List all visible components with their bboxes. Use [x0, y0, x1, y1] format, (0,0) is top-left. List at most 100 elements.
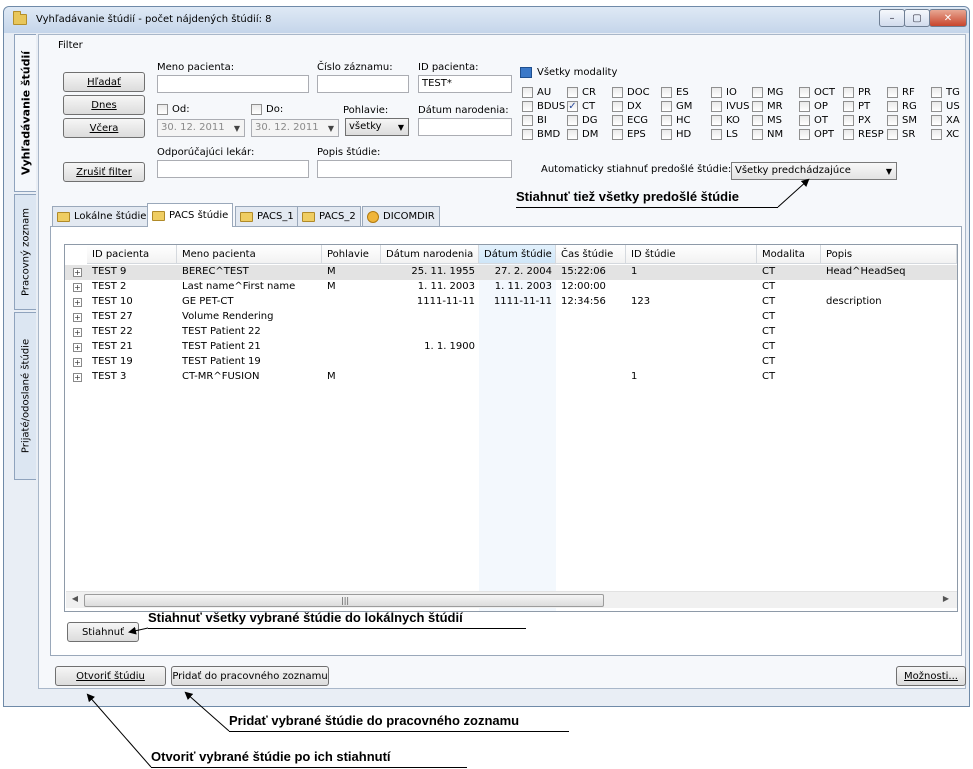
tab-pacs-studies[interactable]: PACS štúdie	[147, 203, 234, 227]
clear-filter-button[interactable]: Zrušiť filter	[63, 162, 145, 182]
column-header[interactable]: Dátum narodenia	[381, 245, 479, 264]
scroll-left-icon[interactable]: ◀	[68, 594, 82, 607]
modality-checkbox[interactable]	[799, 115, 810, 126]
modality-checkbox[interactable]	[661, 101, 672, 112]
modality-checkbox[interactable]	[612, 129, 623, 140]
modality-checkbox[interactable]	[843, 129, 854, 140]
table-row[interactable]: + TEST 22 TEST Patient 22 CT	[65, 325, 957, 340]
column-header[interactable]: Meno pacienta	[177, 245, 322, 264]
from-date-checkbox[interactable]	[157, 104, 168, 115]
modality-checkbox[interactable]	[843, 87, 854, 98]
side-tab-search-studies[interactable]: Vyhľadávanie štúdií	[14, 34, 36, 192]
to-date-checkbox[interactable]	[251, 104, 262, 115]
title-bar[interactable]: Vyhľadávanie štúdií - počet nájdených št…	[4, 7, 969, 33]
expand-icon[interactable]: +	[73, 268, 82, 277]
expand-icon[interactable]: +	[73, 328, 82, 337]
modality-checkbox[interactable]	[752, 101, 763, 112]
search-button[interactable]: Hľadať	[63, 72, 145, 92]
column-header[interactable]: ID štúdie	[626, 245, 757, 264]
modality-checkbox[interactable]	[711, 87, 722, 98]
sex-select[interactable]: všetky ▼	[345, 118, 409, 136]
study-desc-input[interactable]	[317, 160, 512, 178]
studies-table[interactable]: ID pacienta Meno pacienta Pohlavie Dátum na…	[64, 244, 958, 612]
modality-checkbox[interactable]	[799, 101, 810, 112]
column-header[interactable]: Modalita	[757, 245, 821, 264]
tab-dicomdir[interactable]: DICOMDIR	[362, 206, 440, 226]
yesterday-button[interactable]: Včera	[63, 118, 145, 138]
expand-icon[interactable]: +	[73, 343, 82, 352]
modality-checkbox[interactable]	[567, 115, 578, 126]
referring-physician-input[interactable]	[157, 160, 309, 178]
modality-checkbox[interactable]	[887, 101, 898, 112]
tab-local-studies[interactable]: Lokálne štúdie	[52, 206, 152, 226]
to-date-input[interactable]: 30. 12. 2011 ▼	[251, 119, 339, 137]
modality-checkbox[interactable]	[843, 101, 854, 112]
modality-checkbox[interactable]	[931, 87, 942, 98]
modality-checkbox[interactable]	[887, 87, 898, 98]
modality-checkbox[interactable]	[661, 129, 672, 140]
modality-checkbox[interactable]	[567, 87, 578, 98]
modality-checkbox[interactable]	[522, 87, 533, 98]
tab-pacs-1[interactable]: PACS_1	[235, 206, 299, 226]
modality-checkbox[interactable]	[887, 129, 898, 140]
modality-checkbox[interactable]	[567, 129, 578, 140]
patient-name-input[interactable]	[157, 75, 309, 93]
table-row[interactable]: + TEST 21 TEST Patient 21 1. 1. 1900 CT	[65, 340, 957, 355]
modality-checkbox[interactable]	[887, 115, 898, 126]
expand-icon[interactable]: +	[73, 358, 82, 367]
dob-input[interactable]	[418, 118, 512, 136]
table-row[interactable]: + TEST 2 Last name^First name M 1. 11. 2003 1…	[65, 280, 957, 295]
modality-checkbox[interactable]	[843, 115, 854, 126]
record-no-input[interactable]	[317, 75, 409, 93]
modality-checkbox[interactable]: ✓	[567, 101, 578, 112]
modality-checkbox[interactable]	[931, 115, 942, 126]
modality-checkbox[interactable]	[752, 115, 763, 126]
options-button[interactable]: Možnosti...	[896, 666, 966, 686]
modality-checkbox[interactable]	[661, 115, 672, 126]
modality-checkbox[interactable]	[522, 101, 533, 112]
column-header[interactable]: ID pacienta	[87, 245, 177, 264]
modality-checkbox[interactable]	[522, 129, 533, 140]
modality-checkbox[interactable]	[661, 87, 672, 98]
table-row[interactable]: + TEST 19 TEST Patient 19 CT	[65, 355, 957, 370]
download-button[interactable]: Stiahnuť	[67, 622, 139, 642]
add-to-worklist-button[interactable]: Pridať do pracovného zoznamu	[171, 666, 329, 686]
modality-checkbox[interactable]	[799, 87, 810, 98]
side-tab-received-sent[interactable]: Prijaté/odoslané štúdie	[14, 312, 36, 480]
tab-pacs-2[interactable]: PACS_2	[297, 206, 361, 226]
table-row[interactable]: + TEST 9 BEREC^TEST M 25. 11. 1955 27. 2. 200…	[65, 265, 957, 280]
modality-checkbox[interactable]	[612, 101, 623, 112]
modality-checkbox[interactable]	[931, 129, 942, 140]
modality-checkbox[interactable]	[931, 101, 942, 112]
column-header[interactable]: Dátum štúdie	[479, 245, 556, 264]
close-button[interactable]: ✕	[929, 9, 967, 27]
open-study-button[interactable]: Otvoriť štúdiu	[55, 666, 166, 686]
column-header[interactable]: Popis	[821, 245, 957, 264]
modality-checkbox[interactable]	[711, 129, 722, 140]
today-button[interactable]: Dnes	[63, 95, 145, 115]
expand-icon[interactable]: +	[73, 313, 82, 322]
modality-checkbox[interactable]	[711, 115, 722, 126]
all-modalities-checkbox[interactable]	[520, 67, 532, 78]
table-row[interactable]: + TEST 10 GE PET-CT 1111-11-11 1111-11-11 12:…	[65, 295, 957, 310]
modality-checkbox[interactable]	[799, 129, 810, 140]
expand-icon[interactable]: +	[73, 283, 82, 292]
modality-checkbox[interactable]	[612, 87, 623, 98]
scroll-right-icon[interactable]: ▶	[939, 594, 953, 607]
minimize-button[interactable]: –	[879, 9, 905, 27]
modality-checkbox[interactable]	[711, 101, 722, 112]
scrollbar-thumb[interactable]: |||	[84, 594, 604, 607]
modality-checkbox[interactable]	[752, 87, 763, 98]
maximize-button[interactable]: ▢	[904, 9, 930, 27]
column-header[interactable]: Pohlavie	[322, 245, 381, 264]
horizontal-scrollbar[interactable]: ◀ ||| ▶	[66, 591, 957, 608]
table-row[interactable]: + TEST 27 Volume Rendering CT	[65, 310, 957, 325]
side-tab-worklist[interactable]: Pracovný zoznam	[14, 194, 36, 310]
modality-checkbox[interactable]	[522, 115, 533, 126]
patient-id-input[interactable]: TEST*	[418, 75, 512, 93]
expand-icon[interactable]: +	[73, 373, 82, 382]
modality-checkbox[interactable]	[752, 129, 763, 140]
expand-icon[interactable]: +	[73, 298, 82, 307]
auto-download-select[interactable]: Všetky predchádzajúce ▼	[731, 162, 897, 180]
column-header[interactable]: Čas štúdie	[556, 245, 626, 264]
